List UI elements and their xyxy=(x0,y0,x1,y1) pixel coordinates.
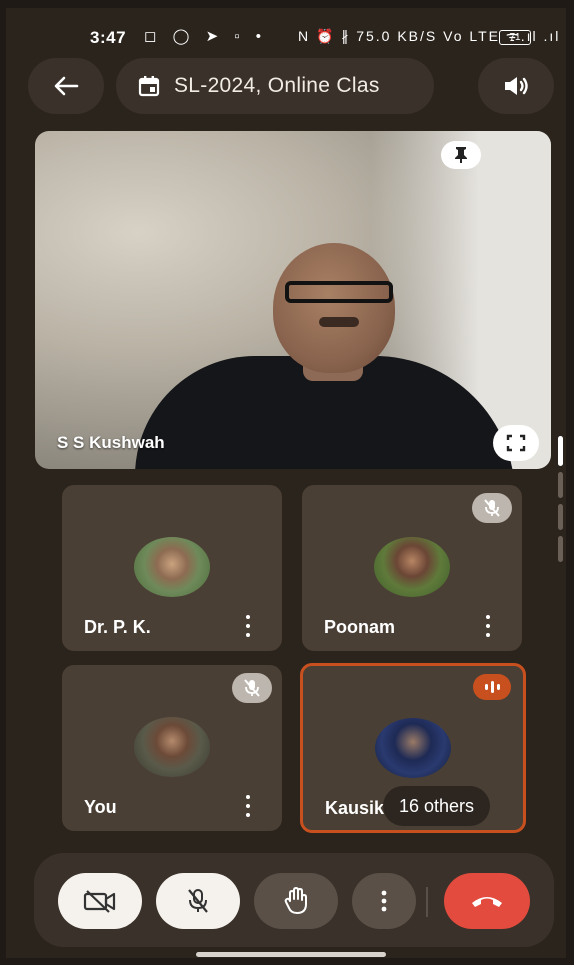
avatar xyxy=(134,537,210,597)
fullscreen-icon xyxy=(506,434,526,452)
meet-screen: 3:47 ◻ ◯ ➤ ▫ • N ⏰ ∦ 75.0 KB/S Vo LTE ᯤ.… xyxy=(6,8,566,958)
participant-name: You xyxy=(84,797,117,817)
notification-icons: ◻ ◯ ➤ ▫ • xyxy=(144,28,268,45)
pin-button[interactable] xyxy=(441,141,481,169)
speaking-indicator-icon xyxy=(473,674,511,700)
phone-hangup-icon xyxy=(472,897,502,907)
back-button[interactable] xyxy=(28,58,104,114)
video-off-icon xyxy=(83,890,116,913)
participant-name: Poonam xyxy=(324,617,396,637)
fullscreen-button[interactable] xyxy=(493,425,539,461)
top-bar: SL-2024, Online Clas xyxy=(6,58,566,114)
audio-output-button[interactable] xyxy=(478,58,554,114)
meeting-title-pill[interactable]: SL-2024, Online Clas xyxy=(116,58,434,114)
pin-icon xyxy=(455,147,467,163)
more-options-button[interactable] xyxy=(240,613,256,639)
end-call-button[interactable] xyxy=(444,873,530,929)
participant-tile[interactable]: Poonam xyxy=(302,485,522,651)
participant-tile-active-speaker[interactable]: Kausik 16 others xyxy=(300,663,526,833)
scroll-indicator[interactable] xyxy=(558,436,563,571)
arrow-left-icon xyxy=(54,76,79,96)
participant-tile[interactable]: Dr. P. K. xyxy=(62,485,282,651)
muted-badge xyxy=(232,673,272,703)
battery-icon: 71 xyxy=(499,30,531,45)
divider xyxy=(426,887,428,917)
participant-name: Kausik xyxy=(325,798,385,818)
mic-off-icon xyxy=(244,679,260,697)
status-time: 3:47 xyxy=(90,28,127,47)
home-indicator[interactable] xyxy=(196,952,386,957)
muted-badge xyxy=(472,493,512,523)
mic-off-icon xyxy=(188,889,208,913)
mic-off-icon xyxy=(484,499,500,517)
mic-toggle-button[interactable] xyxy=(156,873,240,929)
more-options-button[interactable] xyxy=(240,793,256,819)
status-bar: 3:47 ◻ ◯ ➤ ▫ • N ⏰ ∦ 75.0 KB/S Vo LTE ᯤ.… xyxy=(6,8,566,52)
avatar xyxy=(375,718,451,778)
call-control-bar xyxy=(34,853,554,947)
more-options-button[interactable] xyxy=(352,873,416,929)
others-count-pill[interactable]: 16 others xyxy=(383,786,491,826)
meeting-title: SL-2024, Online Clas xyxy=(174,74,380,97)
main-participant-name: S S Kushwah xyxy=(57,433,165,452)
participant-name: Dr. P. K. xyxy=(84,617,151,637)
hand-icon xyxy=(284,887,307,914)
speaker-icon xyxy=(505,77,528,95)
camera-toggle-button[interactable] xyxy=(58,873,142,929)
more-options-button[interactable] xyxy=(480,613,496,639)
main-video-tile[interactable]: S S Kushwah xyxy=(35,131,551,469)
participant-tile[interactable]: You xyxy=(62,665,282,831)
avatar xyxy=(134,717,210,777)
raise-hand-button[interactable] xyxy=(254,873,338,929)
more-vertical-icon xyxy=(381,890,387,912)
avatar xyxy=(374,537,450,597)
calendar-icon xyxy=(138,76,160,97)
